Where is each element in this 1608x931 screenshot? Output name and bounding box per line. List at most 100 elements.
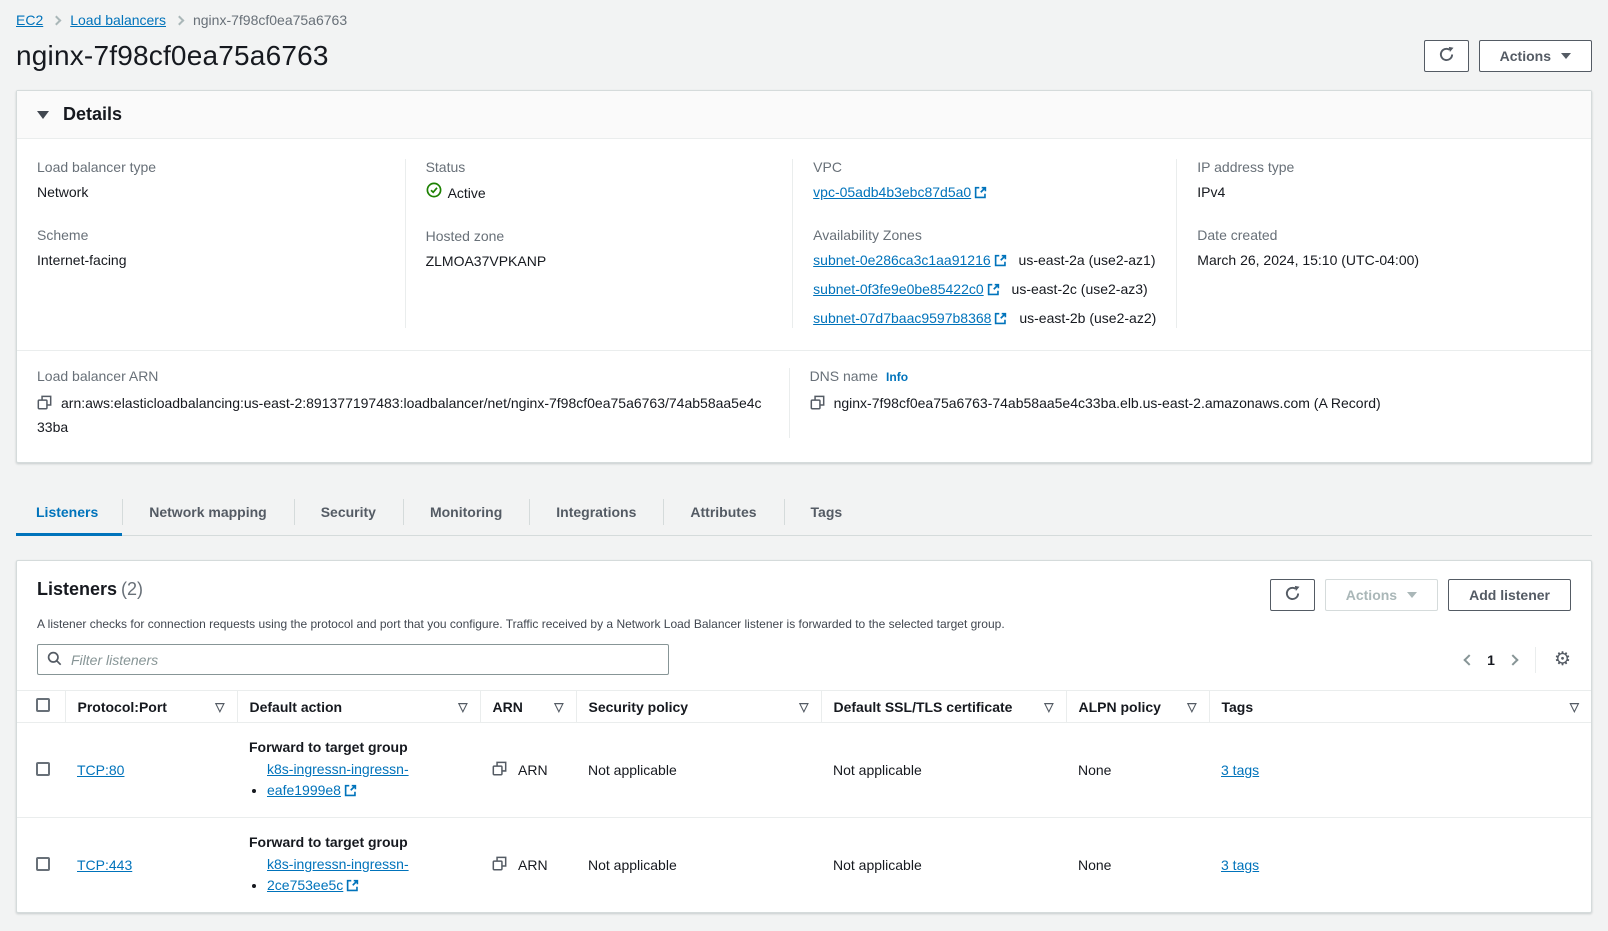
copy-arn-button[interactable] — [37, 394, 52, 416]
copy-listener-arn-button[interactable] — [492, 856, 507, 874]
caret-down-icon — [1561, 53, 1571, 59]
tags-link[interactable]: 3 tags — [1221, 857, 1259, 873]
details-title: Details — [63, 104, 122, 125]
dns-label: DNS name Info — [810, 368, 1571, 384]
subnet-link[interactable]: subnet-0e286ca3c1aa91216 — [813, 252, 1007, 268]
target-group-text: k8s-ingressn-ingressn-eafe1999e8 — [267, 761, 409, 798]
subnet-link[interactable]: subnet-07d7baac9597b8368 — [813, 310, 1007, 326]
col-security-policy: Security policy — [589, 699, 689, 715]
copy-listener-arn-button[interactable] — [492, 761, 507, 779]
security-policy-cell: Not applicable — [576, 818, 821, 913]
lb-type-value: Network — [37, 182, 385, 202]
col-tags: Tags — [1222, 699, 1254, 715]
vpc-link-text: vpc-05adb4b3ebc87d5a0 — [813, 184, 971, 200]
az-item: subnet-07d7baac9597b8368 us-east-2b (use… — [813, 308, 1156, 328]
breadcrumb-ec2[interactable]: EC2 — [16, 12, 43, 28]
breadcrumb-load-balancers[interactable]: Load balancers — [70, 12, 166, 28]
filter-listeners-box — [37, 644, 669, 675]
ip-type-value: IPv4 — [1197, 182, 1571, 202]
row-checkbox[interactable] — [36, 857, 50, 871]
arn-value: arn:aws:elasticloadbalancing:us-east-2:8… — [37, 395, 762, 435]
scheme-value: Internet-facing — [37, 250, 385, 270]
copy-icon — [492, 856, 507, 871]
arn-cell-text: ARN — [518, 857, 548, 873]
caret-down-icon — [1407, 592, 1417, 598]
ssl-cert-cell: Not applicable — [821, 723, 1066, 818]
page-number[interactable]: 1 — [1487, 652, 1495, 668]
subnet-link[interactable]: subnet-0f3fe9e0be85422c0 — [813, 281, 999, 297]
subnet-link-text: subnet-0e286ca3c1aa91216 — [813, 252, 991, 268]
sort-icon[interactable]: ▽ — [458, 700, 467, 714]
listeners-count: (2) — [121, 579, 143, 599]
check-circle-icon — [426, 182, 442, 203]
tags-link[interactable]: 3 tags — [1221, 762, 1259, 778]
previous-page-icon[interactable] — [1463, 654, 1474, 665]
alpn-policy-cell: None — [1066, 723, 1209, 818]
security-policy-cell: Not applicable — [576, 723, 821, 818]
subnet-link-text: subnet-07d7baac9597b8368 — [813, 310, 991, 326]
copy-icon — [492, 761, 507, 776]
forward-action-title: Forward to target group — [249, 834, 468, 850]
az-item: subnet-0f3fe9e0be85422c0 us-east-2c (use… — [813, 279, 1156, 299]
target-group-link[interactable]: k8s-ingressn-ingressn-eafe1999e8 — [267, 759, 435, 801]
sort-icon[interactable]: ▽ — [215, 700, 224, 714]
filter-listeners-input[interactable] — [69, 651, 659, 669]
vpc-label: VPC — [813, 159, 1156, 175]
refresh-button[interactable] — [1424, 40, 1469, 72]
actions-button[interactable]: Actions — [1479, 40, 1592, 72]
copy-icon — [810, 395, 825, 410]
sort-icon[interactable]: ▽ — [799, 700, 808, 714]
forward-action-title: Forward to target group — [249, 739, 468, 755]
listeners-actions-button[interactable]: Actions — [1325, 579, 1438, 611]
sort-icon[interactable]: ▽ — [1187, 700, 1196, 714]
tab-integrations[interactable]: Integrations — [529, 489, 663, 535]
next-page-icon[interactable] — [1507, 654, 1518, 665]
listeners-panel: Listeners(2) Actions Add listener A list… — [16, 560, 1592, 913]
copy-icon — [37, 395, 52, 410]
tab-monitoring[interactable]: Monitoring — [403, 489, 529, 535]
tab-network-mapping[interactable]: Network mapping — [122, 489, 293, 535]
arn-label: Load balancer ARN — [37, 368, 769, 384]
details-header[interactable]: Details — [17, 91, 1591, 139]
sort-icon[interactable]: ▽ — [1570, 700, 1579, 714]
sort-icon[interactable]: ▽ — [1044, 700, 1053, 714]
tab-security[interactable]: Security — [294, 489, 403, 535]
row-checkbox[interactable] — [36, 762, 50, 776]
az-zone-text: us-east-2c (use2-az3) — [1012, 281, 1148, 297]
status-label: Status — [426, 159, 773, 175]
date-created-label: Date created — [1197, 227, 1571, 243]
listener-link[interactable]: TCP:443 — [77, 857, 132, 873]
table-header-row: Protocol:Port▽ Default action▽ ARN▽ Secu… — [17, 691, 1591, 723]
arn-cell-text: ARN — [518, 762, 548, 778]
breadcrumb-current: nginx-7f98cf0ea75a6763 — [193, 12, 347, 28]
status-text: Active — [448, 183, 486, 203]
tab-tags[interactable]: Tags — [784, 489, 870, 535]
gear-icon[interactable]: ⚙ — [1554, 650, 1571, 669]
az-label: Availability Zones — [813, 227, 1156, 243]
copy-dns-button[interactable] — [810, 394, 825, 416]
select-all-checkbox[interactable] — [36, 698, 50, 712]
listeners-actions-label: Actions — [1346, 587, 1397, 603]
tab-listeners[interactable]: Listeners — [16, 489, 122, 535]
listeners-refresh-button[interactable] — [1270, 579, 1315, 611]
listener-link[interactable]: TCP:80 — [77, 762, 124, 778]
lb-type-label: Load balancer type — [37, 159, 385, 175]
subnet-link-text: subnet-0f3fe9e0be85422c0 — [813, 281, 983, 297]
pagination: 1 ⚙ — [1465, 647, 1571, 673]
listeners-table: Protocol:Port▽ Default action▽ ARN▽ Secu… — [17, 690, 1591, 912]
details-panel: Details Load balancer type Network Schem… — [16, 90, 1592, 463]
target-group-link[interactable]: k8s-ingressn-ingressn-2ce753ee5c — [267, 854, 435, 896]
dns-label-text: DNS name — [810, 368, 878, 384]
tab-attributes[interactable]: Attributes — [663, 489, 783, 535]
external-link-icon — [344, 784, 357, 797]
divider — [1535, 647, 1536, 673]
add-listener-button[interactable]: Add listener — [1448, 579, 1571, 611]
sort-icon[interactable]: ▽ — [554, 700, 563, 714]
dns-info-link[interactable]: Info — [886, 370, 908, 384]
vpc-link[interactable]: vpc-05adb4b3ebc87d5a0 — [813, 184, 987, 200]
tab-bar: Listeners Network mapping Security Monit… — [16, 489, 1592, 536]
chevron-right-icon — [175, 16, 185, 26]
external-link-icon — [994, 312, 1007, 325]
external-link-icon — [994, 254, 1007, 267]
col-arn: ARN — [493, 699, 523, 715]
